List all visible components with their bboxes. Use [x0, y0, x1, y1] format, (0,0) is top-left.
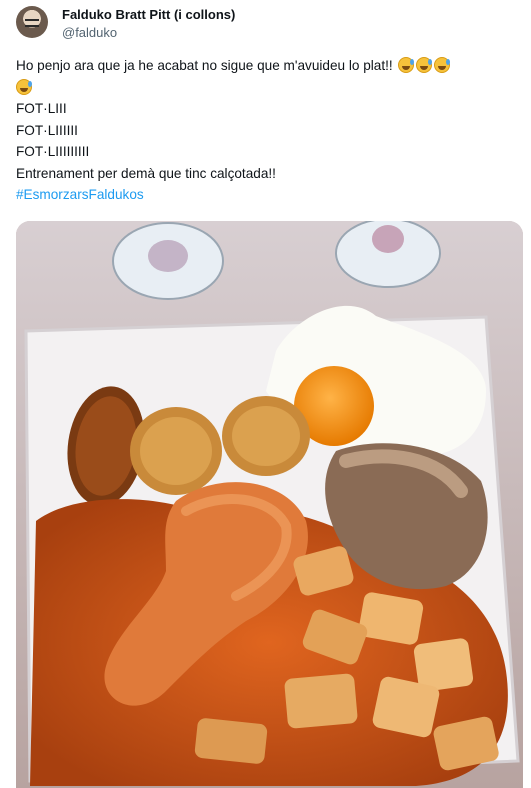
tweet-photo[interactable]	[16, 221, 523, 788]
tweet-header: Falduko Bratt Pitt (i collons) @falduko	[16, 6, 235, 41]
hashtag-link[interactable]: #EsmorzarsFaldukos	[16, 187, 144, 202]
avatar[interactable]	[16, 6, 48, 38]
sweat-smile-emoji-icon	[416, 57, 433, 73]
author-names: Falduko Bratt Pitt (i collons) @falduko	[62, 7, 235, 41]
food-plate-image	[16, 221, 523, 788]
sweat-smile-emoji-icon	[434, 57, 451, 73]
author-display-name[interactable]: Falduko Bratt Pitt (i collons)	[62, 7, 235, 23]
tweet-line-5: Entrenament per demà que tinc calçotada!…	[16, 165, 276, 181]
sweat-smile-emoji-icon	[398, 57, 415, 73]
tweet-line-2: FOT·LIII	[16, 101, 67, 116]
tweet-line-4: FOT·LIIIIIIIII	[16, 144, 90, 159]
tweet-line-emoji	[16, 77, 521, 99]
tweet-text: Ho penjo ara que ja he acabat no sigue q…	[16, 55, 521, 206]
sweat-smile-emoji-icon	[16, 78, 32, 95]
tweet-line-3: FOT·LIIIIII	[16, 122, 78, 138]
hashtag-line: #EsmorzarsFaldukos	[16, 184, 521, 206]
tweet-line-1: Ho penjo ara que ja he acabat no sigue q…	[16, 55, 521, 77]
tweet-line-1-text: Ho penjo ara que ja he acabat no sigue q…	[16, 58, 393, 73]
author-handle[interactable]: @falduko	[62, 25, 235, 41]
